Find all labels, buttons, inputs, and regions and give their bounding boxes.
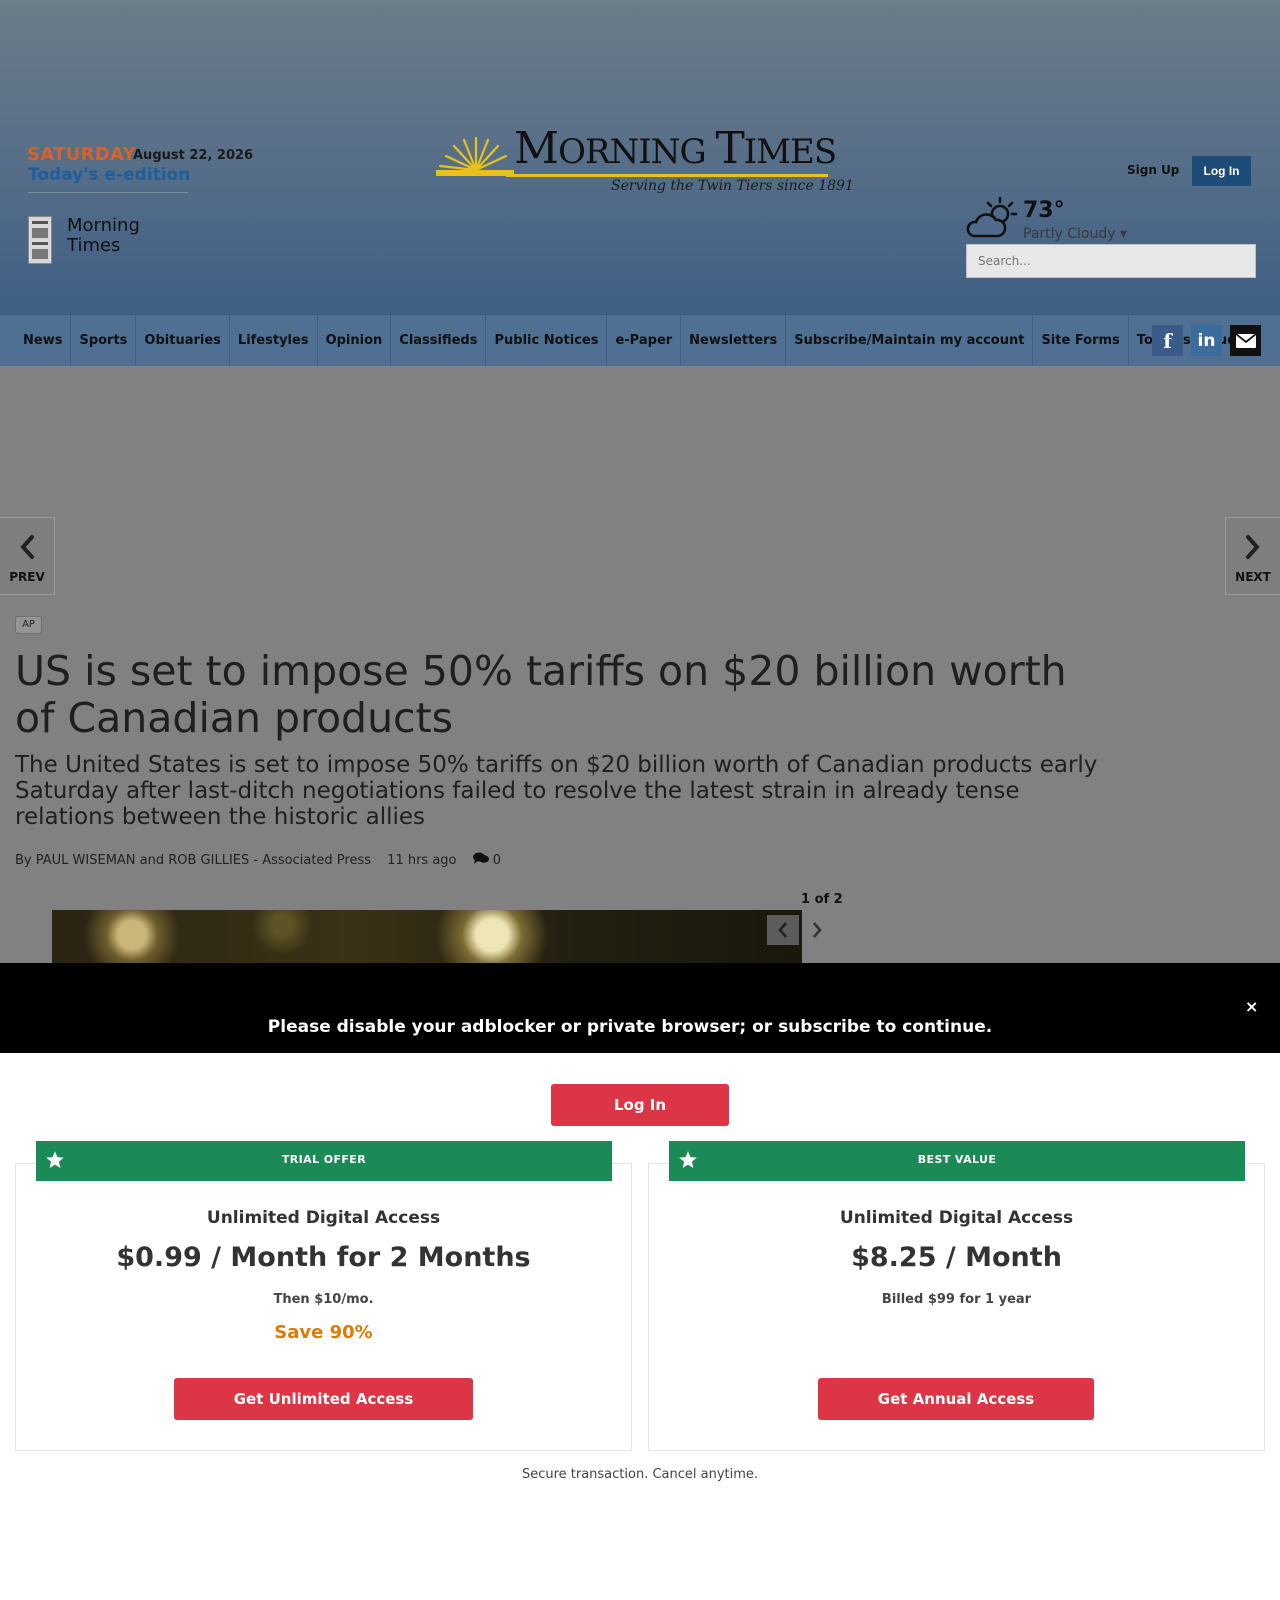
- partly-cloudy-icon: [966, 196, 1018, 238]
- gallery-next-button[interactable]: [807, 915, 827, 945]
- weather-widget[interactable]: 73° Partly Cloudy ▾: [966, 194, 1127, 242]
- paywall-log-in-button[interactable]: Log In: [551, 1084, 729, 1126]
- offer-terms: Billed $99 for 1 year: [881, 1292, 1032, 1307]
- article-photo[interactable]: [52, 910, 802, 963]
- e-edition-thumbnail[interactable]: [28, 216, 52, 264]
- offer-title: Unlimited Digital Access: [206, 1208, 441, 1228]
- nav-item-newsletters[interactable]: Newsletters: [681, 315, 787, 367]
- offer-price: $8.25 / Month: [851, 1242, 1062, 1273]
- nav-item-opinion[interactable]: Opinion: [318, 315, 392, 367]
- main-nav: News Sports Obituaries Lifestyles Opinio…: [0, 314, 1280, 367]
- offer-card-trial: Unlimited Digital Access $0.99 / Month f…: [15, 1163, 632, 1451]
- article-timestamp: 11 hrs ago: [387, 853, 457, 868]
- ribbon-label: BEST VALUE: [917, 1153, 997, 1166]
- todays-e-edition-link[interactable]: Today's e-edition: [28, 165, 190, 185]
- facebook-icon[interactable]: f: [1152, 325, 1183, 356]
- nav-item-public-notices[interactable]: Public Notices: [486, 315, 608, 367]
- offer-card-best-value: Unlimited Digital Access $8.25 / Month B…: [648, 1163, 1265, 1451]
- e-edition-name[interactable]: Morning Times: [67, 216, 177, 256]
- nav-item-obituaries[interactable]: Obituaries: [136, 315, 230, 367]
- source-tag[interactable]: AP: [15, 616, 42, 634]
- header-log-in-button[interactable]: Log In: [1192, 156, 1251, 186]
- get-annual-access-button[interactable]: Get Annual Access: [818, 1378, 1094, 1420]
- ribbon-label: TRIAL OFFER: [281, 1153, 367, 1166]
- nav-item-subscribe[interactable]: Subscribe/Maintain my account: [786, 315, 1034, 367]
- edition-divider: [28, 192, 188, 193]
- offer-ribbon-best-value: BEST VALUE: [669, 1141, 1245, 1181]
- search-input[interactable]: [966, 244, 1256, 278]
- offer-savings: Save 90%: [274, 1322, 373, 1343]
- site-header: SATURDAY August 22, 2026 Today's e-editi…: [0, 0, 1280, 314]
- site-logo[interactable]: MORNING TIMES Serving the Twin Tiers sin…: [436, 118, 854, 198]
- nav-item-site-forms[interactable]: Site Forms: [1033, 315, 1129, 367]
- envelope-icon[interactable]: [1230, 325, 1261, 356]
- weather-condition-dropdown[interactable]: Partly Cloudy ▾: [1023, 226, 1127, 242]
- nav-item-news[interactable]: News: [15, 315, 72, 367]
- chevron-right-icon: [813, 922, 822, 938]
- article-headline: US is set to impose 50% tariffs on $20 b…: [15, 647, 1067, 742]
- chevron-left-icon: [778, 922, 787, 938]
- edition-day: SATURDAY: [27, 144, 136, 165]
- sign-up-link[interactable]: Sign Up: [1127, 163, 1179, 177]
- adblock-message: Please disable your adblocker or private…: [267, 1017, 993, 1037]
- linkedin-icon[interactable]: in: [1191, 325, 1222, 356]
- adblock-banner: Please disable your adblocker or private…: [0, 963, 1280, 1053]
- nav-item-sports[interactable]: Sports: [71, 315, 137, 367]
- offer-ribbon-trial: TRIAL OFFER: [36, 1141, 612, 1181]
- offer-terms: Then $10/mo.: [273, 1292, 374, 1307]
- secure-transaction-note: Secure transaction. Cancel anytime.: [521, 1467, 759, 1482]
- chevron-right-icon: [1246, 535, 1260, 559]
- nav-item-lifestyles[interactable]: Lifestyles: [230, 315, 318, 367]
- sunrise-logo-icon: [436, 136, 514, 176]
- comments-number: 0: [492, 853, 502, 868]
- close-icon[interactable]: ×: [1245, 997, 1258, 1016]
- weather-temperature: 73°: [1023, 198, 1065, 223]
- logo-tagline: Serving the Twin Tiers since 1891: [611, 178, 854, 194]
- byline-authors: By PAUL WISEMAN and ROB GILLIES - Associ…: [15, 853, 372, 868]
- gallery-counter: 1 of 2: [801, 892, 843, 907]
- edition-date: August 22, 2026: [133, 148, 254, 163]
- article-area: PREV NEXT AP US is set to impose 50% tar…: [0, 366, 1280, 963]
- comments-icon: [472, 852, 489, 864]
- article-byline: By PAUL WISEMAN and ROB GILLIES - Associ…: [15, 852, 501, 868]
- prev-article-button[interactable]: PREV: [0, 517, 55, 595]
- nav-item-e-paper[interactable]: e-Paper: [607, 315, 682, 367]
- nav-item-classifieds[interactable]: Classifieds: [391, 315, 487, 367]
- offer-title: Unlimited Digital Access: [839, 1208, 1074, 1228]
- get-unlimited-access-button[interactable]: Get Unlimited Access: [174, 1378, 473, 1420]
- chevron-left-icon: [20, 535, 34, 559]
- next-label: NEXT: [1235, 570, 1271, 584]
- offer-price: $0.99 / Month for 2 Months: [116, 1242, 531, 1273]
- prev-label: PREV: [9, 570, 45, 584]
- gallery-prev-button[interactable]: [767, 915, 799, 945]
- comments-count[interactable]: 0: [472, 852, 502, 868]
- article-summary: The United States is set to impose 50% t…: [15, 752, 1098, 830]
- next-article-button[interactable]: NEXT: [1225, 517, 1280, 595]
- logo-wordmark: MORNING TIMES: [514, 123, 837, 174]
